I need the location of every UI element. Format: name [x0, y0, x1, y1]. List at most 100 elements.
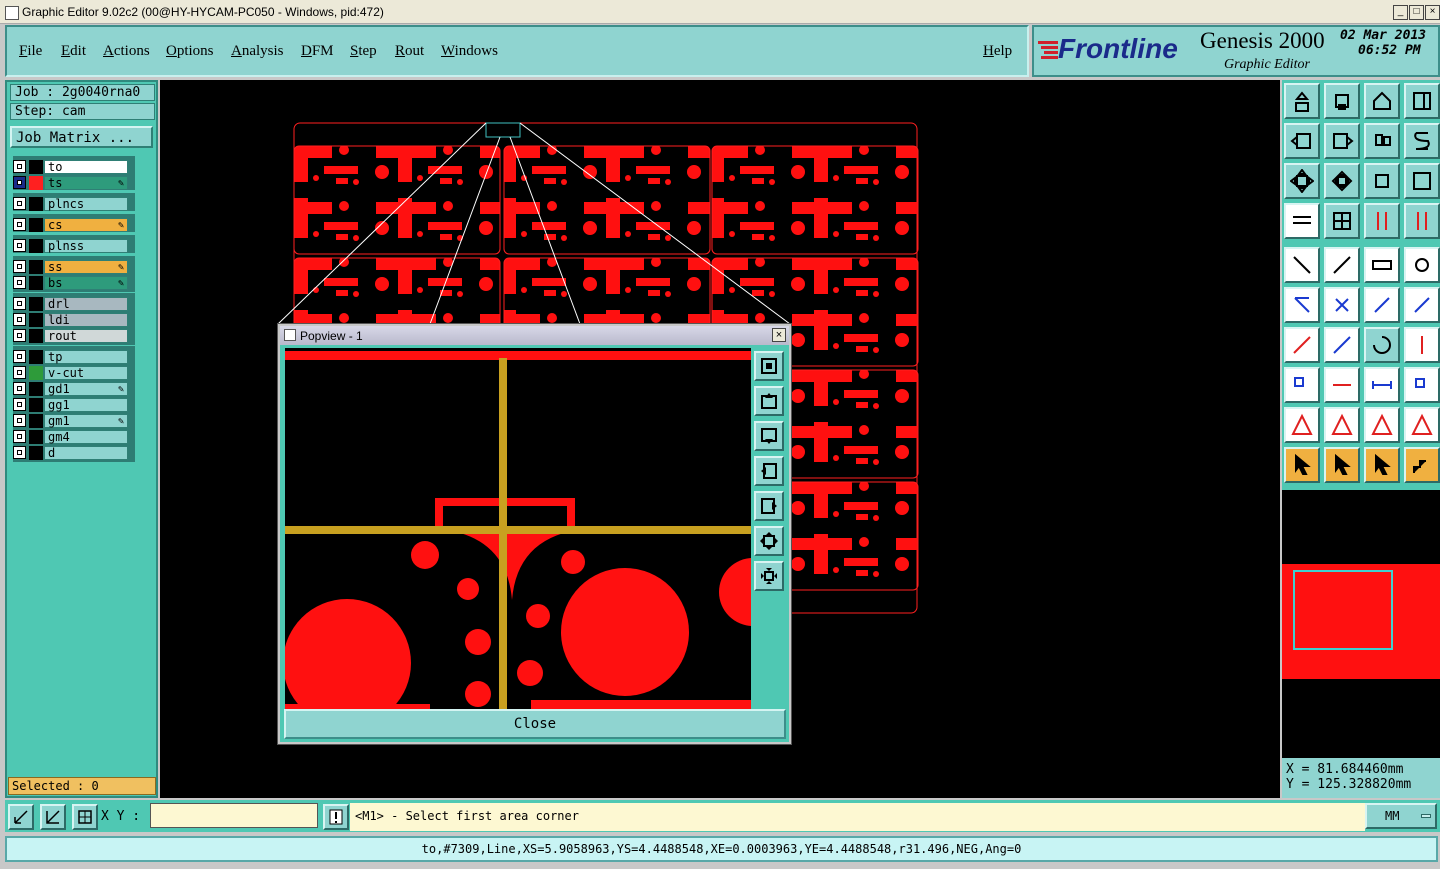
layer-checkbox[interactable]	[13, 197, 26, 210]
layer-color-swatch[interactable]	[29, 176, 43, 190]
pan-right-icon[interactable]	[754, 491, 784, 521]
maximize-icon[interactable]: □	[1409, 5, 1424, 20]
xy-input[interactable]	[150, 803, 318, 828]
layer-checkbox[interactable]	[13, 414, 26, 427]
triangle3-icon[interactable]	[1364, 407, 1400, 443]
pan-left-icon[interactable]	[754, 456, 784, 486]
tools-icon[interactable]	[1284, 203, 1320, 239]
layer-checkbox[interactable]	[13, 218, 26, 231]
measure-h-icon[interactable]	[1364, 367, 1400, 403]
layer-color-swatch[interactable]	[29, 366, 43, 380]
save-icon[interactable]	[1324, 83, 1360, 119]
triangle-icon[interactable]	[1284, 407, 1320, 443]
layer-name[interactable]: gm1 ✎	[44, 414, 128, 428]
triangle2-icon[interactable]	[1324, 407, 1360, 443]
grid-view-icon[interactable]	[1324, 203, 1360, 239]
close-icon[interactable]: ×	[1425, 5, 1440, 20]
undo-zoom-icon[interactable]	[1364, 123, 1400, 159]
layer-ops2-icon[interactable]	[1404, 203, 1440, 239]
layer-checkbox[interactable]	[13, 446, 26, 459]
layer-row-gg1[interactable]: gg1	[13, 398, 131, 412]
pad-add-icon[interactable]	[1284, 247, 1320, 283]
layer-row-gd1[interactable]: gd1 ✎	[13, 382, 131, 396]
select3-icon[interactable]	[1364, 447, 1400, 483]
menu-actions[interactable]: Actions	[103, 43, 150, 60]
layer-name[interactable]: tp	[44, 350, 128, 364]
zoom-out-icon[interactable]	[754, 526, 784, 556]
layer-color-swatch[interactable]	[29, 297, 43, 311]
layer-color-swatch[interactable]	[29, 382, 43, 396]
layer-row-d[interactable]: d	[13, 446, 131, 460]
layer-checkbox[interactable]	[13, 350, 26, 363]
layer-checkbox[interactable]	[13, 313, 26, 326]
select-icon[interactable]	[1284, 447, 1320, 483]
layer-name[interactable]: ss ✎	[44, 260, 128, 274]
feature-add-icon[interactable]	[1284, 367, 1320, 403]
ruler-icon[interactable]	[1364, 247, 1400, 283]
layer-color-swatch[interactable]	[29, 414, 43, 428]
layer-name[interactable]: d	[44, 446, 128, 460]
layer-row-ts[interactable]: ts ✎	[13, 176, 131, 190]
popview-close-icon[interactable]: ×	[772, 328, 786, 342]
layer-checkbox[interactable]	[13, 160, 26, 173]
layer-color-swatch[interactable]	[29, 446, 43, 460]
triangle4-icon[interactable]	[1404, 407, 1440, 443]
layer-color-swatch[interactable]	[29, 398, 43, 412]
overview-map[interactable]	[1282, 490, 1440, 758]
popview-close-button[interactable]: Close	[284, 709, 786, 739]
menu-edit[interactable]: Edit	[61, 43, 86, 60]
fit-icon[interactable]	[1284, 163, 1320, 199]
layer-ops-icon[interactable]	[1364, 203, 1400, 239]
layer-name[interactable]: drl	[44, 297, 128, 311]
layer-checkbox[interactable]	[13, 430, 26, 443]
one-to-one-icon[interactable]	[1364, 163, 1400, 199]
select4-icon[interactable]	[1404, 447, 1440, 483]
layer-color-swatch[interactable]	[29, 239, 43, 253]
layer-checkbox[interactable]	[13, 297, 26, 310]
redraw-icon[interactable]	[1404, 123, 1440, 159]
pan-up-icon[interactable]	[754, 386, 784, 416]
mirror-icon[interactable]	[1404, 327, 1440, 363]
popview-canvas[interactable]	[283, 348, 787, 727]
layer-row-plncs[interactable]: plncs	[13, 197, 131, 211]
layer-checkbox[interactable]	[13, 276, 26, 289]
pan-right-icon[interactable]	[1324, 123, 1360, 159]
layer-color-swatch[interactable]	[29, 276, 43, 290]
arc-icon[interactable]	[1404, 287, 1440, 323]
zoom-in-icon[interactable]	[754, 561, 784, 591]
layer-name[interactable]: plncs	[44, 197, 128, 211]
connect-icon[interactable]	[1284, 287, 1320, 323]
layer-color-swatch[interactable]	[29, 160, 43, 174]
menu-dfm[interactable]: DFM	[301, 43, 334, 60]
layer-name[interactable]: gg1	[44, 398, 128, 412]
slash-blue-icon[interactable]	[1324, 327, 1360, 363]
layer-row-to[interactable]: to	[13, 160, 131, 174]
layer-row-v-cut[interactable]: v-cut	[13, 366, 131, 380]
layer-name[interactable]: gm4	[44, 430, 128, 444]
layer-checkbox[interactable]	[13, 329, 26, 342]
zoom-fit-icon[interactable]	[1324, 163, 1360, 199]
layer-name[interactable]: gd1 ✎	[44, 382, 128, 396]
layer-checkbox[interactable]	[13, 382, 26, 395]
layer-name[interactable]: ts ✎	[44, 176, 128, 190]
layer-name[interactable]: plnss	[44, 239, 128, 253]
layer-row-ldi[interactable]: ldi	[13, 313, 131, 327]
menu-help[interactable]: Help	[983, 43, 1012, 60]
line-add-icon[interactable]	[1324, 247, 1360, 283]
job-matrix-button[interactable]: Job Matrix ...	[10, 126, 153, 148]
layer-color-swatch[interactable]	[29, 430, 43, 444]
menu-file[interactable]: File	[19, 43, 42, 60]
layer-checkbox[interactable]	[13, 239, 26, 252]
layer-color-swatch[interactable]	[29, 197, 43, 211]
zoom-window-icon[interactable]	[754, 351, 784, 381]
layer-row-gm4[interactable]: gm4	[13, 430, 131, 444]
layer-row-rout[interactable]: rout	[13, 329, 131, 343]
menu-analysis[interactable]: Analysis	[231, 43, 284, 60]
menu-rout[interactable]: Rout	[395, 43, 424, 60]
open-job-icon[interactable]	[1284, 83, 1320, 119]
alert-icon[interactable]	[323, 804, 349, 830]
move-point-icon[interactable]	[1364, 287, 1400, 323]
layer-name[interactable]: ldi	[44, 313, 128, 327]
menu-options[interactable]: Options	[166, 43, 214, 60]
home-icon[interactable]	[1364, 83, 1400, 119]
